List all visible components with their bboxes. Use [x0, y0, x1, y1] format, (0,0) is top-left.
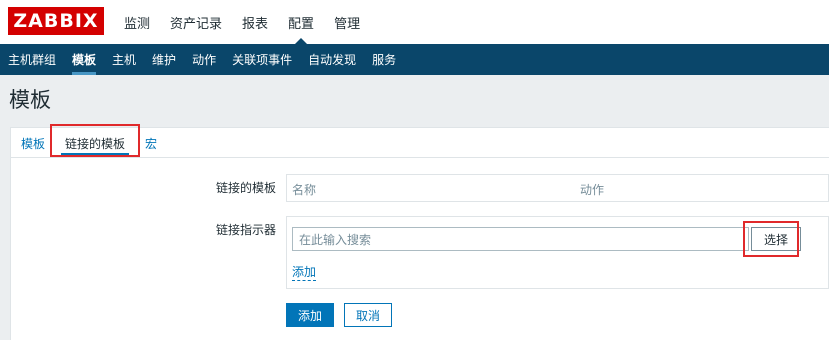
sub-menu-actions[interactable]: 动作 [184, 44, 224, 75]
top-header: ZABBIX 监测 资产记录 报表 配置 管理 [0, 0, 829, 44]
main-menu-administration[interactable]: 管理 [324, 0, 370, 44]
column-action: 动作 [580, 183, 605, 197]
main-menu-inventory[interactable]: 资产记录 [160, 0, 232, 44]
sub-menu-maintenance[interactable]: 维护 [144, 44, 184, 75]
add-link[interactable]: 添加 [292, 263, 317, 281]
sub-menu-event-correlation[interactable]: 关联项事件 [224, 44, 300, 75]
select-highlight-box [743, 221, 799, 257]
sub-menu-templates[interactable]: 模板 [64, 44, 104, 75]
zabbix-logo[interactable]: ZABBIX [8, 7, 104, 35]
sub-menu-services[interactable]: 服务 [364, 44, 404, 75]
add-button[interactable]: 添加 [286, 303, 334, 327]
tab-highlight-box [50, 124, 140, 157]
linked-templates-label: 链接的模板 [215, 181, 276, 195]
main-menu-monitoring[interactable]: 监测 [114, 0, 160, 44]
main-menu-configuration[interactable]: 配置 [278, 0, 324, 44]
sub-menu-discovery[interactable]: 自动发现 [300, 44, 364, 75]
page-title: 模板 [9, 88, 51, 112]
linked-templates-table: 名称 动作 [286, 174, 829, 202]
main-menu: 监测 资产记录 报表 配置 管理 [114, 0, 370, 44]
template-search-input[interactable]: 在此输入搜索 [292, 227, 749, 251]
sub-menu: 主机群组 模板 主机 维护 动作 关联项事件 自动发现 服务 [0, 44, 829, 75]
form-panel: 模板 链接的模板 宏 链接的模板 名称 动作 链接指示器 在此输入搜索 选择 添… [10, 124, 829, 340]
cancel-button[interactable]: 取消 [344, 303, 392, 327]
main-menu-reports[interactable]: 报表 [232, 0, 278, 44]
column-name: 名称 [292, 183, 317, 197]
tab-template[interactable]: 模板 [11, 128, 55, 158]
sub-menu-host-groups[interactable]: 主机群组 [0, 44, 64, 75]
link-indicator-label: 链接指示器 [215, 223, 276, 237]
sub-menu-hosts[interactable]: 主机 [104, 44, 144, 75]
